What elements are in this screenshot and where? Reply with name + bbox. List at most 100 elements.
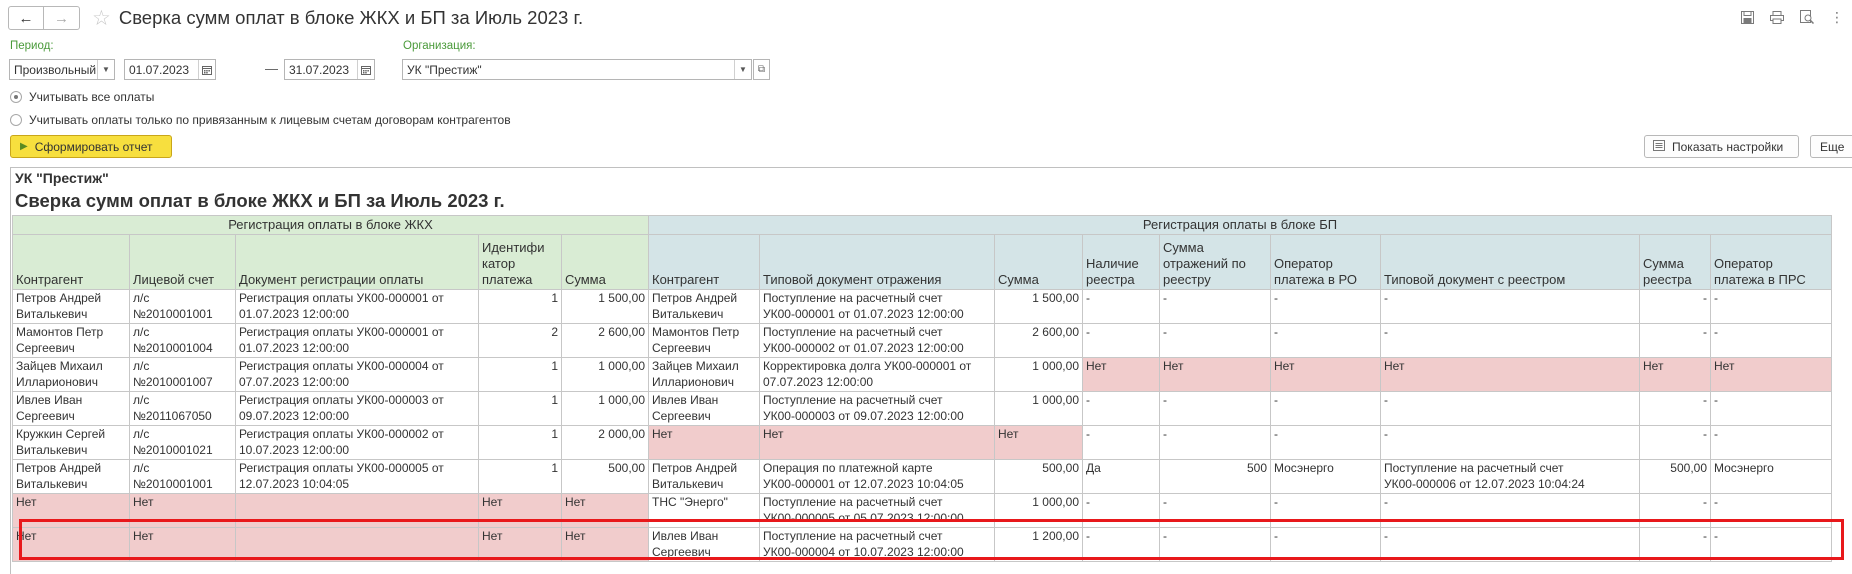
table-cell[interactable]: - xyxy=(1380,323,1640,358)
more-vertical-icon[interactable]: ⋮ xyxy=(1822,8,1852,26)
table-cell[interactable]: - xyxy=(1710,391,1832,426)
table-cell[interactable]: - xyxy=(1710,527,1832,562)
table-cell[interactable]: Нет xyxy=(561,527,649,562)
table-cell[interactable]: - xyxy=(1639,323,1711,358)
table-cell[interactable]: - xyxy=(1082,289,1160,324)
table-cell[interactable]: Нет xyxy=(1159,357,1271,392)
open-organization-button[interactable]: ⧉ xyxy=(753,59,770,80)
table-cell[interactable]: Нет xyxy=(12,527,130,562)
table-cell[interactable]: - xyxy=(1380,391,1640,426)
table-cell[interactable]: Нет xyxy=(129,527,236,562)
back-button[interactable]: ← xyxy=(9,7,44,29)
table-cell[interactable]: - xyxy=(1270,323,1381,358)
table-cell[interactable]: - xyxy=(1270,493,1381,528)
table-cell[interactable]: Да xyxy=(1082,459,1160,494)
table-cell[interactable]: Поступление на расчетный счет УК00-000003… xyxy=(759,391,995,426)
chevron-down-icon[interactable]: ▼ xyxy=(97,60,114,79)
table-row[interactable]: Нет Нет Нет Нет Ивлев Иван Сергеевич Поступлен… xyxy=(12,527,1832,562)
table-cell[interactable]: 1 000,00 xyxy=(561,391,649,426)
table-cell[interactable]: Нет xyxy=(1380,357,1640,392)
table-row[interactable]: Ивлев Иван Сергеевич л/с №2011067050 Регистр… xyxy=(12,391,1832,426)
table-cell[interactable]: - xyxy=(1639,289,1711,324)
table-cell[interactable] xyxy=(235,527,479,562)
table-cell[interactable]: - xyxy=(1159,425,1271,460)
table-cell[interactable]: Нет xyxy=(478,493,562,528)
date-from-field[interactable]: 01.07.2023 xyxy=(124,59,216,80)
table-row[interactable]: Петров Андрей Виталькевич л/с №2010001001 Ре… xyxy=(12,289,1832,324)
radio-all-payments[interactable]: Учитывать все оплаты xyxy=(10,90,154,104)
table-cell[interactable]: Поступление на расчетный счет УК00-000001… xyxy=(759,289,995,324)
table-cell[interactable]: 500,00 xyxy=(1639,459,1711,494)
table-cell[interactable]: Петров Андрей Виталькевич xyxy=(12,459,130,494)
table-cell[interactable]: Регистрация оплаты УК00-000004 от 07.07.2… xyxy=(235,357,479,392)
table-cell[interactable]: - xyxy=(1159,289,1271,324)
table-cell[interactable]: - xyxy=(1380,493,1640,528)
table-cell[interactable]: 1 xyxy=(478,391,562,426)
table-cell[interactable]: Нет xyxy=(129,493,236,528)
table-cell[interactable]: Зайцев Михаил Илларионович xyxy=(648,357,760,392)
table-cell[interactable]: - xyxy=(1710,323,1832,358)
save-icon[interactable] xyxy=(1732,8,1762,26)
table-cell[interactable]: Мосэнерго xyxy=(1710,459,1832,494)
table-cell[interactable]: 1 200,00 xyxy=(994,527,1083,562)
table-cell[interactable]: Кружкин Сергей Виталькевич xyxy=(12,425,130,460)
table-cell[interactable]: Регистрация оплаты УК00-000005 от 12.07.2… xyxy=(235,459,479,494)
table-cell[interactable]: 2 000,00 xyxy=(561,425,649,460)
table-cell[interactable]: - xyxy=(1159,323,1271,358)
table-cell[interactable]: л/с №2010001007 xyxy=(129,357,236,392)
table-cell[interactable]: Поступление на расчетный счет УК00-000005… xyxy=(759,493,995,528)
calendar-icon[interactable] xyxy=(357,60,374,79)
chevron-down-icon[interactable]: ▼ xyxy=(734,60,751,79)
period-type-select[interactable]: Произвольный ▼ xyxy=(9,59,115,80)
table-cell[interactable]: Нет xyxy=(478,527,562,562)
table-cell[interactable]: Регистрация оплаты УК00-000001 от 01.07.2… xyxy=(235,289,479,324)
table-cell[interactable]: л/с №2010001001 xyxy=(129,459,236,494)
table-cell[interactable]: - xyxy=(1639,425,1711,460)
table-cell[interactable]: Мамонтов Петр Сергеевич xyxy=(648,323,760,358)
table-cell[interactable]: Нет xyxy=(561,493,649,528)
table-cell[interactable]: 1 xyxy=(478,357,562,392)
more-button[interactable]: Еще xyxy=(1810,135,1852,158)
table-cell[interactable]: - xyxy=(1082,527,1160,562)
table-cell[interactable]: 1 000,00 xyxy=(561,357,649,392)
table-cell[interactable] xyxy=(235,493,479,528)
table-cell[interactable]: - xyxy=(1270,289,1381,324)
table-cell[interactable]: - xyxy=(1270,425,1381,460)
table-cell[interactable]: - xyxy=(1082,425,1160,460)
table-cell[interactable]: Поступление на расчетный счет УК00-000006… xyxy=(1380,459,1640,494)
table-cell[interactable]: 2 600,00 xyxy=(994,323,1083,358)
table-cell[interactable]: л/с №2011067050 xyxy=(129,391,236,426)
date-to-field[interactable]: 31.07.2023 xyxy=(284,59,375,80)
favorite-star-icon[interactable]: ☆ xyxy=(92,8,111,29)
table-cell[interactable]: 1 000,00 xyxy=(994,357,1083,392)
table-cell[interactable]: Мосэнерго xyxy=(1270,459,1381,494)
table-cell[interactable]: Зайцев Михаил Илларионович xyxy=(12,357,130,392)
table-cell[interactable]: Нет xyxy=(759,425,995,460)
table-cell[interactable]: - xyxy=(1159,527,1271,562)
show-settings-button[interactable]: Показать настройки xyxy=(1644,135,1799,158)
table-cell[interactable]: Корректировка долга УК00-000001 от 07.07.… xyxy=(759,357,995,392)
table-cell[interactable]: Петров Андрей Виталькевич xyxy=(648,459,760,494)
table-cell[interactable]: - xyxy=(1639,493,1711,528)
table-cell[interactable]: 1 000,00 xyxy=(994,391,1083,426)
table-cell[interactable]: Нет xyxy=(1710,357,1832,392)
table-cell[interactable]: Поступление на расчетный счет УК00-000004… xyxy=(759,527,995,562)
forward-button[interactable]: → xyxy=(44,7,79,29)
table-cell[interactable]: Нет xyxy=(12,493,130,528)
table-cell[interactable]: - xyxy=(1159,493,1271,528)
table-cell[interactable]: - xyxy=(1159,391,1271,426)
organization-select[interactable]: УК "Престиж" ▼ xyxy=(402,59,752,80)
table-cell[interactable]: Регистрация оплаты УК00-000003 от 09.07.2… xyxy=(235,391,479,426)
table-cell[interactable]: 2 xyxy=(478,323,562,358)
table-cell[interactable]: Ивлев Иван Сергеевич xyxy=(648,391,760,426)
calendar-icon[interactable] xyxy=(198,60,215,79)
table-cell[interactable]: л/с №2010001001 xyxy=(129,289,236,324)
table-cell[interactable]: 500 xyxy=(1159,459,1271,494)
table-cell[interactable]: - xyxy=(1710,289,1832,324)
table-cell[interactable]: Операция по платежной карте УК00-000001 о… xyxy=(759,459,995,494)
table-cell[interactable]: 1 000,00 xyxy=(994,493,1083,528)
table-cell[interactable]: Ивлев Иван Сергеевич xyxy=(12,391,130,426)
radio-button-selected[interactable] xyxy=(10,91,22,103)
table-cell[interactable]: Поступление на расчетный счет УК00-000002… xyxy=(759,323,995,358)
table-cell[interactable]: Мамонтов Петр Сергеевич xyxy=(12,323,130,358)
